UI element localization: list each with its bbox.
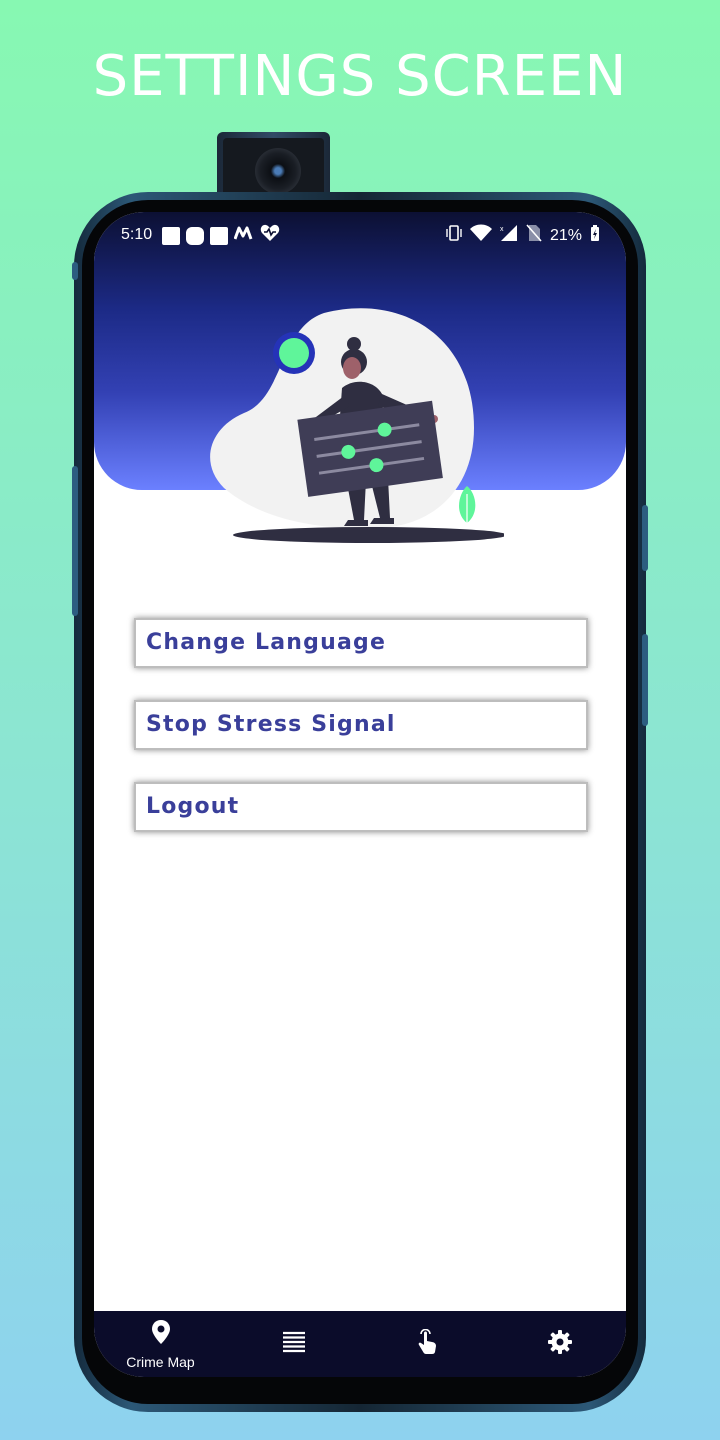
status-bar: 5:10 x 21% [94, 212, 626, 256]
rounded-square-icon [186, 226, 204, 245]
popup-camera [217, 132, 330, 198]
stop-stress-signal-button[interactable]: Stop Stress Signal [134, 700, 588, 750]
phone-side-button [642, 505, 648, 571]
nav-list[interactable] [227, 1311, 360, 1377]
logout-button[interactable]: Logout [134, 782, 588, 832]
square-icon [210, 226, 228, 245]
location-pin-icon [151, 1319, 171, 1350]
app-screen: 5:10 x 21% Change Language Stop Stress S… [94, 212, 626, 1377]
svg-text:x: x [500, 226, 504, 233]
no-sim-icon [526, 224, 542, 247]
list-icon [282, 1331, 306, 1358]
square-icon [162, 226, 180, 245]
gear-icon [547, 1329, 573, 1360]
page-title: SETTINGS SCREEN [92, 44, 628, 109]
phone-side-button [642, 634, 648, 726]
status-time: 5:10 [121, 226, 153, 243]
signal-icon: x [500, 224, 518, 247]
battery-charging-icon [590, 224, 600, 247]
battery-percentage: 21% [549, 226, 582, 244]
phone-side-button [72, 466, 78, 616]
wifi-icon [469, 224, 492, 247]
m-logo-icon [233, 225, 254, 246]
tap-hand-icon [416, 1328, 438, 1360]
change-language-button[interactable]: Change Language [134, 618, 588, 668]
nav-crime-map[interactable]: Crime Map [94, 1311, 227, 1377]
vibrate-icon [446, 224, 462, 247]
camera-lens [255, 148, 301, 194]
phone-side-button [72, 262, 78, 280]
heart-pulse-icon [260, 224, 280, 247]
nav-crime-map-label: Crime Map [126, 1353, 195, 1370]
nav-tap[interactable] [360, 1311, 493, 1377]
nav-settings[interactable] [493, 1311, 626, 1377]
settings-illustration [210, 308, 504, 543]
bottom-navigation: Crime Map [94, 1311, 626, 1377]
